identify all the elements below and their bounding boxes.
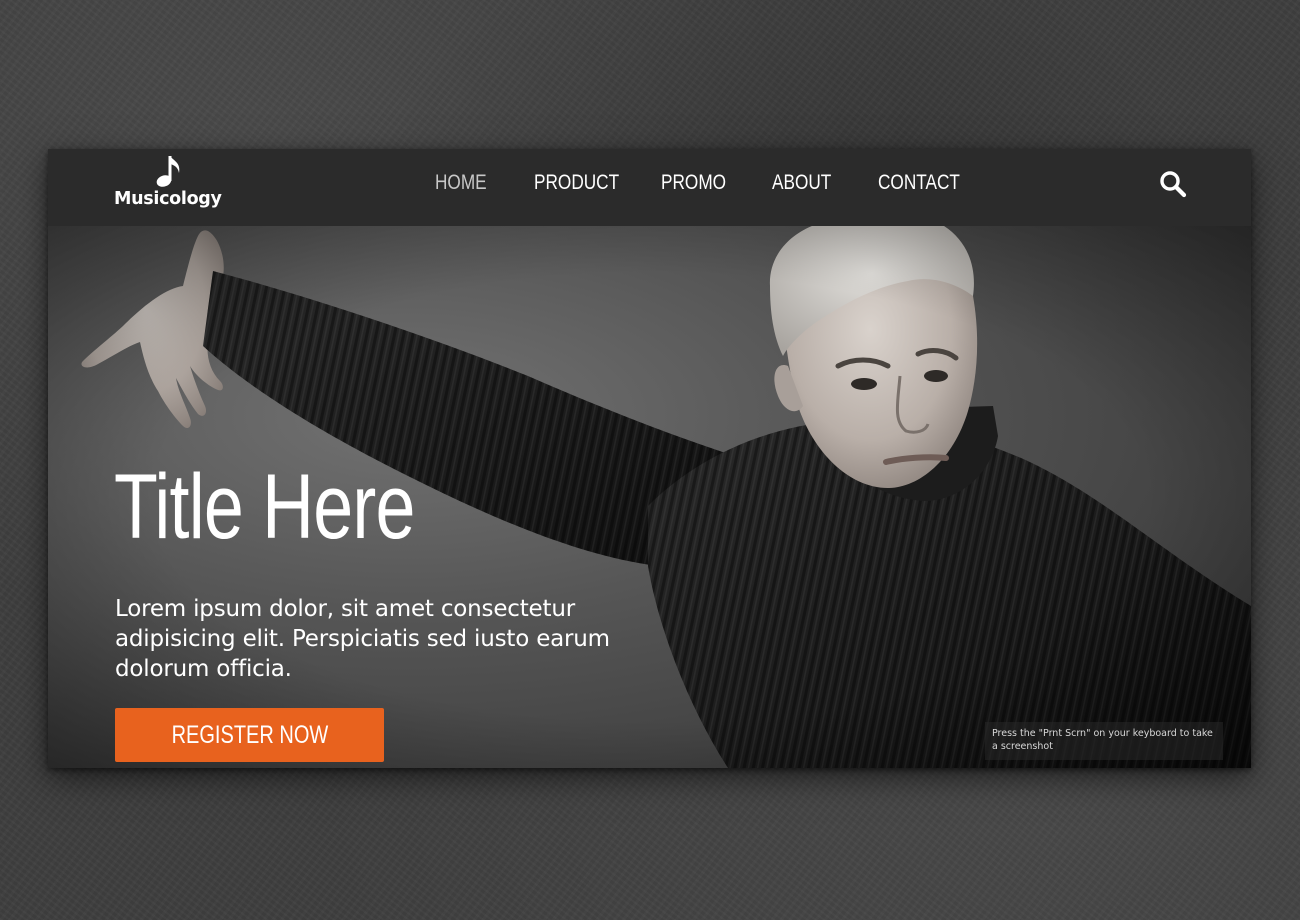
screenshot-tooltip: Press the "Prnt Scrn" on your keyboard t… — [985, 722, 1223, 760]
nav-item-home[interactable]: HOME — [435, 171, 487, 195]
register-now-button[interactable]: REGISTER NOW — [115, 708, 384, 762]
search-icon[interactable] — [1159, 170, 1187, 198]
hero-description: Lorem ipsum dolor, sit amet consectetur … — [115, 596, 610, 682]
brand-name: Musicology — [114, 189, 222, 209]
nav-item-promo[interactable]: PROMO — [661, 171, 726, 195]
navbar: Musicology HOME PRODUCT PROMO ABOUT CONT… — [48, 149, 1251, 226]
nav-item-contact[interactable]: CONTACT — [878, 171, 960, 195]
music-note-icon — [156, 156, 180, 187]
website-mockup: Musicology HOME PRODUCT PROMO ABOUT CONT… — [48, 149, 1251, 768]
hero-section: Title Here Lorem ipsum dolor, sit amet c… — [48, 226, 1251, 768]
register-now-label: REGISTER NOW — [171, 720, 328, 749]
brand-logo[interactable]: Musicology — [114, 153, 224, 219]
hero-title: Title Here — [114, 456, 415, 558]
nav-item-product[interactable]: PRODUCT — [534, 171, 619, 195]
nav-item-about[interactable]: ABOUT — [772, 171, 831, 195]
